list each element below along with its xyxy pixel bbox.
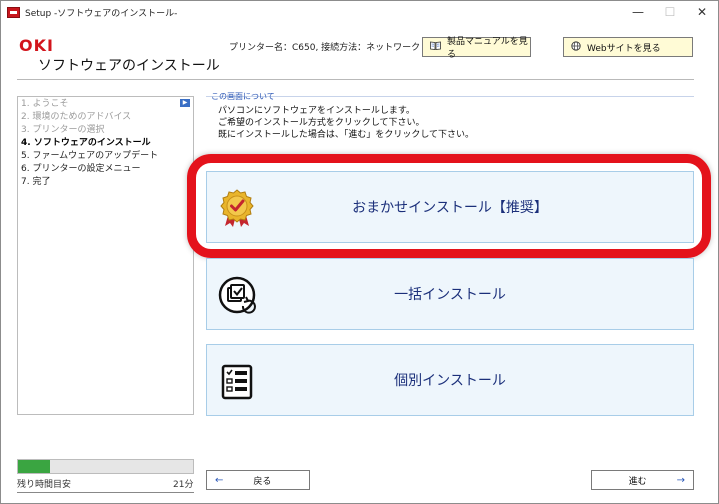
individual-install-label: 個別インストール xyxy=(394,373,506,389)
bulk-install-label: 一括インストール xyxy=(394,287,506,303)
step-complete: 7. 完了 xyxy=(21,177,51,187)
title-bar: Setup -ソフトウェアのインストール- — ☐ ✕ xyxy=(1,1,718,23)
step-printer-settings: 6. プリンターの設定メニュー xyxy=(21,164,141,174)
step-software-install: 4. ソフトウェアのインストール xyxy=(21,138,151,148)
panel-collapse-icon[interactable]: ▶ xyxy=(180,99,190,107)
header: OKI ソフトウェアのインストール プリンター名：C650, 接続方法：ネットワ… xyxy=(1,23,718,83)
window-title: Setup -ソフトウェアのインストール- xyxy=(25,8,178,19)
globe-icon xyxy=(571,40,581,54)
highlight-annotation xyxy=(187,154,711,258)
page-title: ソフトウェアのインストール xyxy=(38,58,220,74)
progress-bar xyxy=(17,459,194,474)
product-manual-button[interactable]: 製品マニュアルを見る xyxy=(422,37,531,60)
steps-list: 1. ようこそ 2. 環境のためのアドバイス 3. プリンターの選択 4. ソフ… xyxy=(19,98,158,189)
website-button[interactable]: Webサイトを見る xyxy=(563,37,693,57)
step-firmware-update: 5. ファームウェアのアップデート xyxy=(21,151,159,161)
step-printer-select: 3. プリンターの選択 xyxy=(21,125,105,135)
printer-info: プリンター名：C650, 接続方法：ネットワーク xyxy=(229,43,421,53)
header-divider xyxy=(17,79,694,80)
bulk-install-button[interactable]: 一括インストール xyxy=(206,258,694,330)
arrow-left-icon: ← xyxy=(215,474,224,486)
steps-panel: ▶ 1. ようこそ 2. 環境のためのアドバイス 3. プリンターの選択 4. … xyxy=(17,96,194,415)
window-controls: — ☐ ✕ xyxy=(622,1,718,23)
back-button[interactable]: ← 戻る xyxy=(206,470,310,490)
oki-logo: OKI xyxy=(19,36,54,55)
website-label: Webサイトを見る xyxy=(587,43,661,54)
app-icon xyxy=(7,6,20,18)
next-button[interactable]: 進む → xyxy=(591,470,694,490)
progress-fill xyxy=(18,460,50,473)
minimize-button[interactable]: — xyxy=(622,1,654,23)
setup-window: Setup -ソフトウェアのインストール- — ☐ ✕ OKI ソフトウェアのイ… xyxy=(0,0,719,504)
product-manual-label: 製品マニュアルを見る xyxy=(447,37,528,60)
remaining-time-value: 21分 xyxy=(173,480,194,490)
step-environment-advice: 2. 環境のためのアドバイス xyxy=(21,112,132,122)
info-title: この画面について xyxy=(211,92,275,101)
individual-install-button[interactable]: 個別インストール xyxy=(206,344,694,416)
close-button[interactable]: ✕ xyxy=(686,1,718,23)
back-label: 戻る xyxy=(253,476,272,487)
info-line: 既にインストールした場合は、「進む」をクリックして下さい。 xyxy=(218,130,475,140)
book-icon xyxy=(430,41,441,53)
remaining-time-label: 残り時間目安 xyxy=(17,480,72,490)
left-divider xyxy=(17,492,194,493)
arrow-right-icon: → xyxy=(676,474,685,486)
step-welcome: 1. ようこそ xyxy=(21,99,69,109)
next-label: 進む xyxy=(628,476,647,487)
maximize-button[interactable]: ☐ xyxy=(654,1,686,23)
